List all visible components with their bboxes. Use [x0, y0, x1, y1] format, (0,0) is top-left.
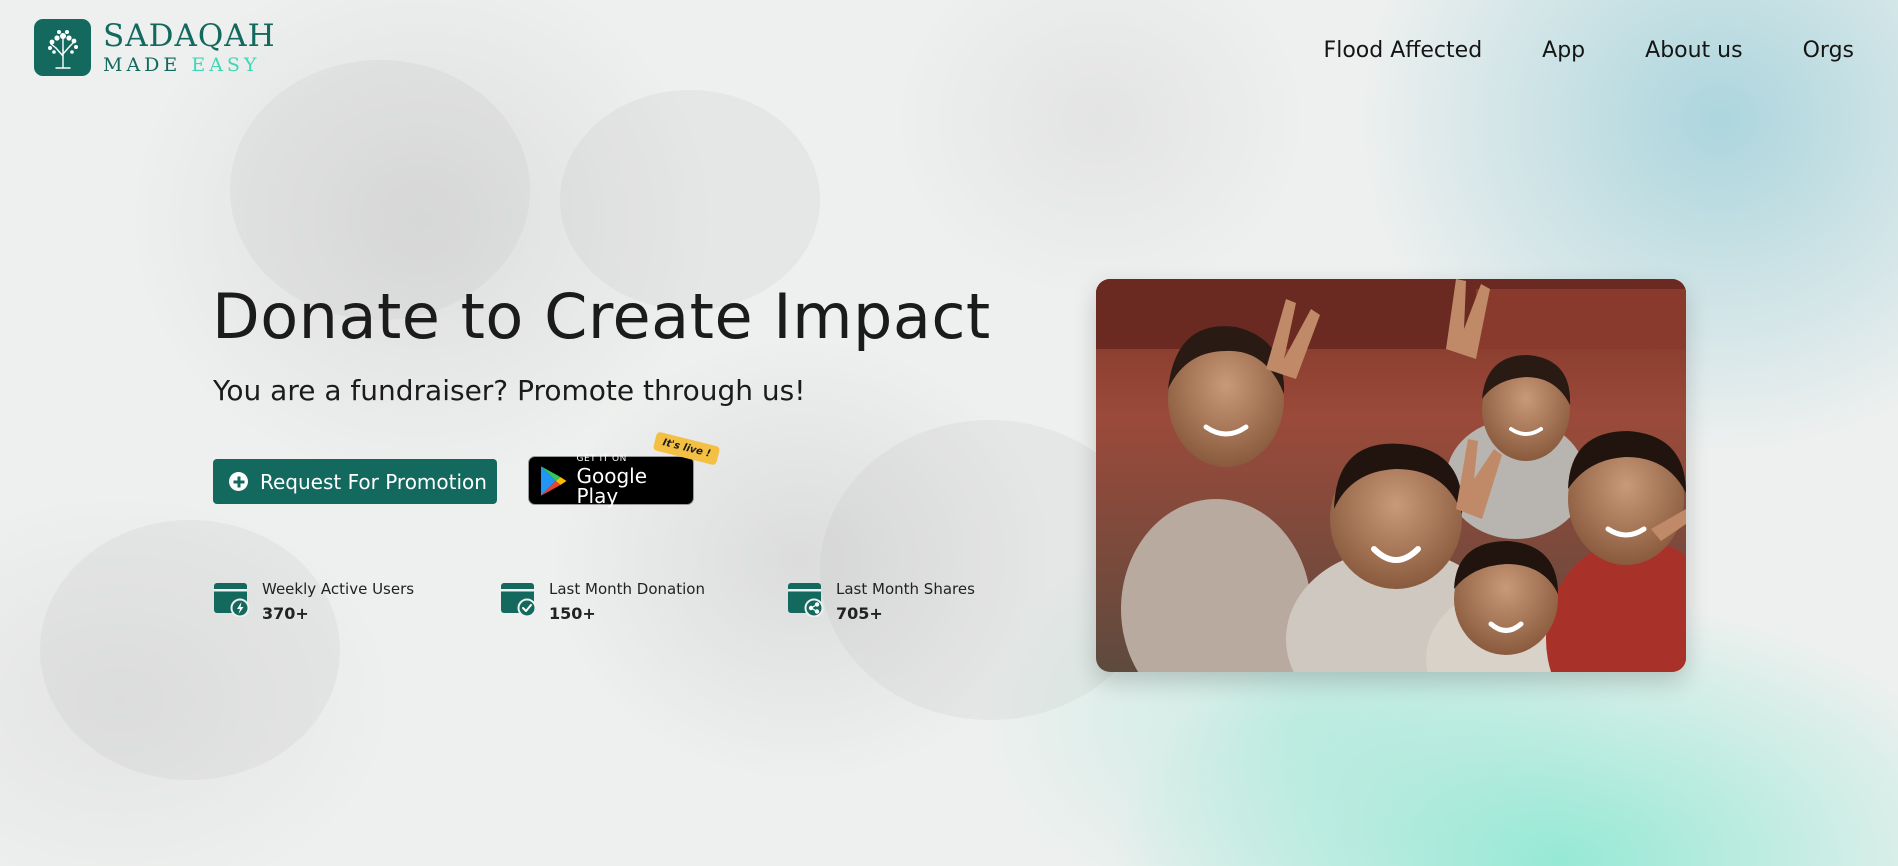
google-play-button[interactable]: GET IT ON Google Play: [528, 454, 694, 508]
background-shape: [560, 90, 820, 310]
background-shape: [40, 520, 340, 780]
brand-logo[interactable]: SADAQAH MADE EASY: [34, 19, 276, 76]
wallet-check-icon: [501, 583, 537, 617]
request-promotion-label: Request For Promotion: [260, 469, 487, 494]
stat-weekly-active-users: Weekly Active Users 370+: [213, 580, 414, 623]
google-play-icon: [540, 465, 567, 496]
wallet-bolt-icon: [214, 583, 250, 617]
stat-label: Last Month Donation: [549, 580, 705, 598]
nav-link-flood-affected[interactable]: Flood Affected: [1324, 38, 1483, 63]
stat-label: Last Month Shares: [836, 580, 975, 598]
tree-icon: [34, 19, 91, 76]
hero-subtitle: You are a fundraiser? Promote through us…: [213, 374, 806, 407]
stat-value: 370+: [262, 604, 309, 623]
brand-name: SADAQAH: [103, 17, 276, 54]
hero-title: Donate to Create Impact: [212, 280, 991, 353]
nav-link-orgs[interactable]: Orgs: [1803, 38, 1854, 63]
plus-circle-icon: [229, 472, 248, 491]
nav-link-about-us[interactable]: About us: [1645, 38, 1742, 63]
stat-value: 705+: [836, 604, 883, 623]
stat-last-month-donation: Last Month Donation 150+: [500, 580, 705, 623]
stat-label: Weekly Active Users: [262, 580, 415, 598]
google-play-small-text: GET IT ON: [576, 454, 627, 464]
hero-image: [1096, 279, 1686, 672]
brand-tagline-easy: EASY: [191, 53, 261, 76]
wallet-share-icon: [788, 583, 824, 617]
main-nav: Flood Affected App About us Orgs: [1324, 38, 1854, 63]
nav-link-app[interactable]: App: [1542, 38, 1585, 63]
stat-last-month-shares: Last Month Shares 705+: [787, 580, 975, 623]
request-promotion-button[interactable]: Request For Promotion: [213, 459, 497, 504]
stat-value: 150+: [549, 604, 596, 623]
brand-tagline-made: MADE: [103, 53, 182, 76]
google-play-big-text: Google Play: [576, 464, 647, 508]
